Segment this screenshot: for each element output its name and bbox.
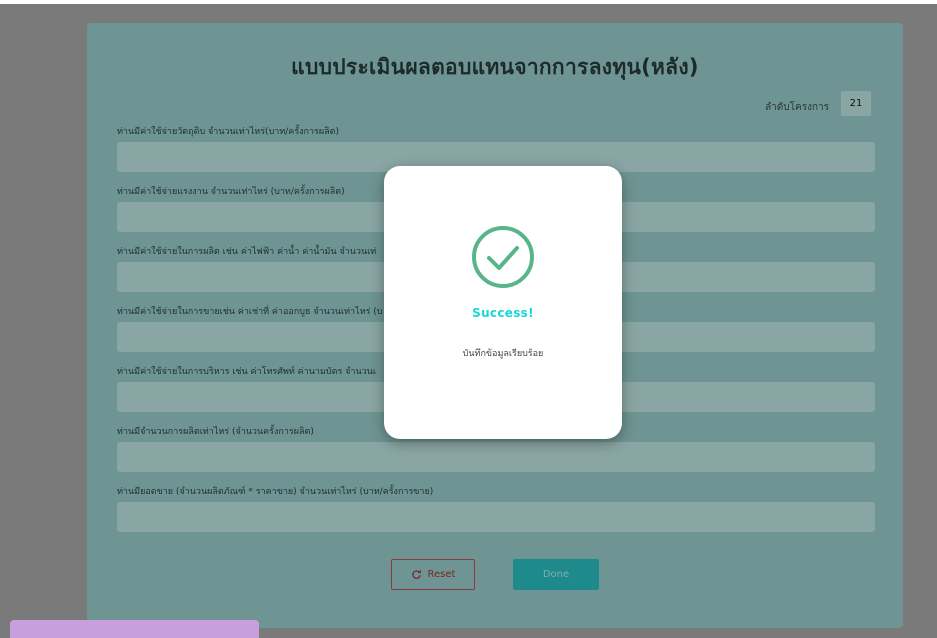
reset-button-label: Reset (427, 569, 456, 580)
sequence-label: ลำดับโครงการ (765, 102, 829, 113)
check-circle-icon (472, 226, 534, 288)
field-label-sales: ท่านมียอดขาย (จำนวนผลิตภัณฑ์ * ราคาขาย) … (117, 487, 434, 497)
sales-input[interactable] (117, 502, 875, 532)
field-label-labor-cost: ท่านมีค่าใช้จ่ายแรงงาน จำนวนเท่าไหร่ (บา… (117, 187, 345, 197)
field-label-material-cost: ท่านมีค่าใช้จ่ายวัตถุดิบ จำนวนเท่าไหร่(บ… (117, 127, 340, 137)
sequence-value-field[interactable]: 21 (841, 91, 871, 116)
field-label-admin-cost: ท่านมีค่าใช้จ่ายในการบริหาร เช่น ค่าโทรศ… (117, 367, 376, 377)
done-button-label: Done (542, 569, 570, 580)
reset-icon (411, 570, 421, 579)
success-message: บันทึกข้อมูลเรียบร้อย (462, 349, 544, 359)
page-top-strip (0, 0, 937, 4)
production-count-input[interactable] (117, 442, 875, 472)
success-title: Success! (472, 306, 534, 320)
page-title: แบบประเมินผลตอบแทนจากการลงทุน(หลัง) (291, 55, 699, 79)
field-label-production-count: ท่านมีจำนวนการผลิตเท่าไหร่ (จำนวนครั้งกา… (117, 427, 314, 437)
success-dialog: Success! บันทึกข้อมูลเรียบร้อย (384, 166, 622, 439)
field-label-production-cost: ท่านมีค่าใช้จ่ายในการผลิต เช่น ค่าไฟฟ้า … (117, 247, 377, 257)
field-label-selling-cost: ท่านมีค่าใช้จ่ายในการขายเช่น ค่าเช่าที่ … (117, 307, 383, 317)
bottom-purple-bar (10, 620, 259, 638)
done-button[interactable]: Done (513, 559, 599, 590)
reset-button[interactable]: Reset (391, 559, 475, 590)
